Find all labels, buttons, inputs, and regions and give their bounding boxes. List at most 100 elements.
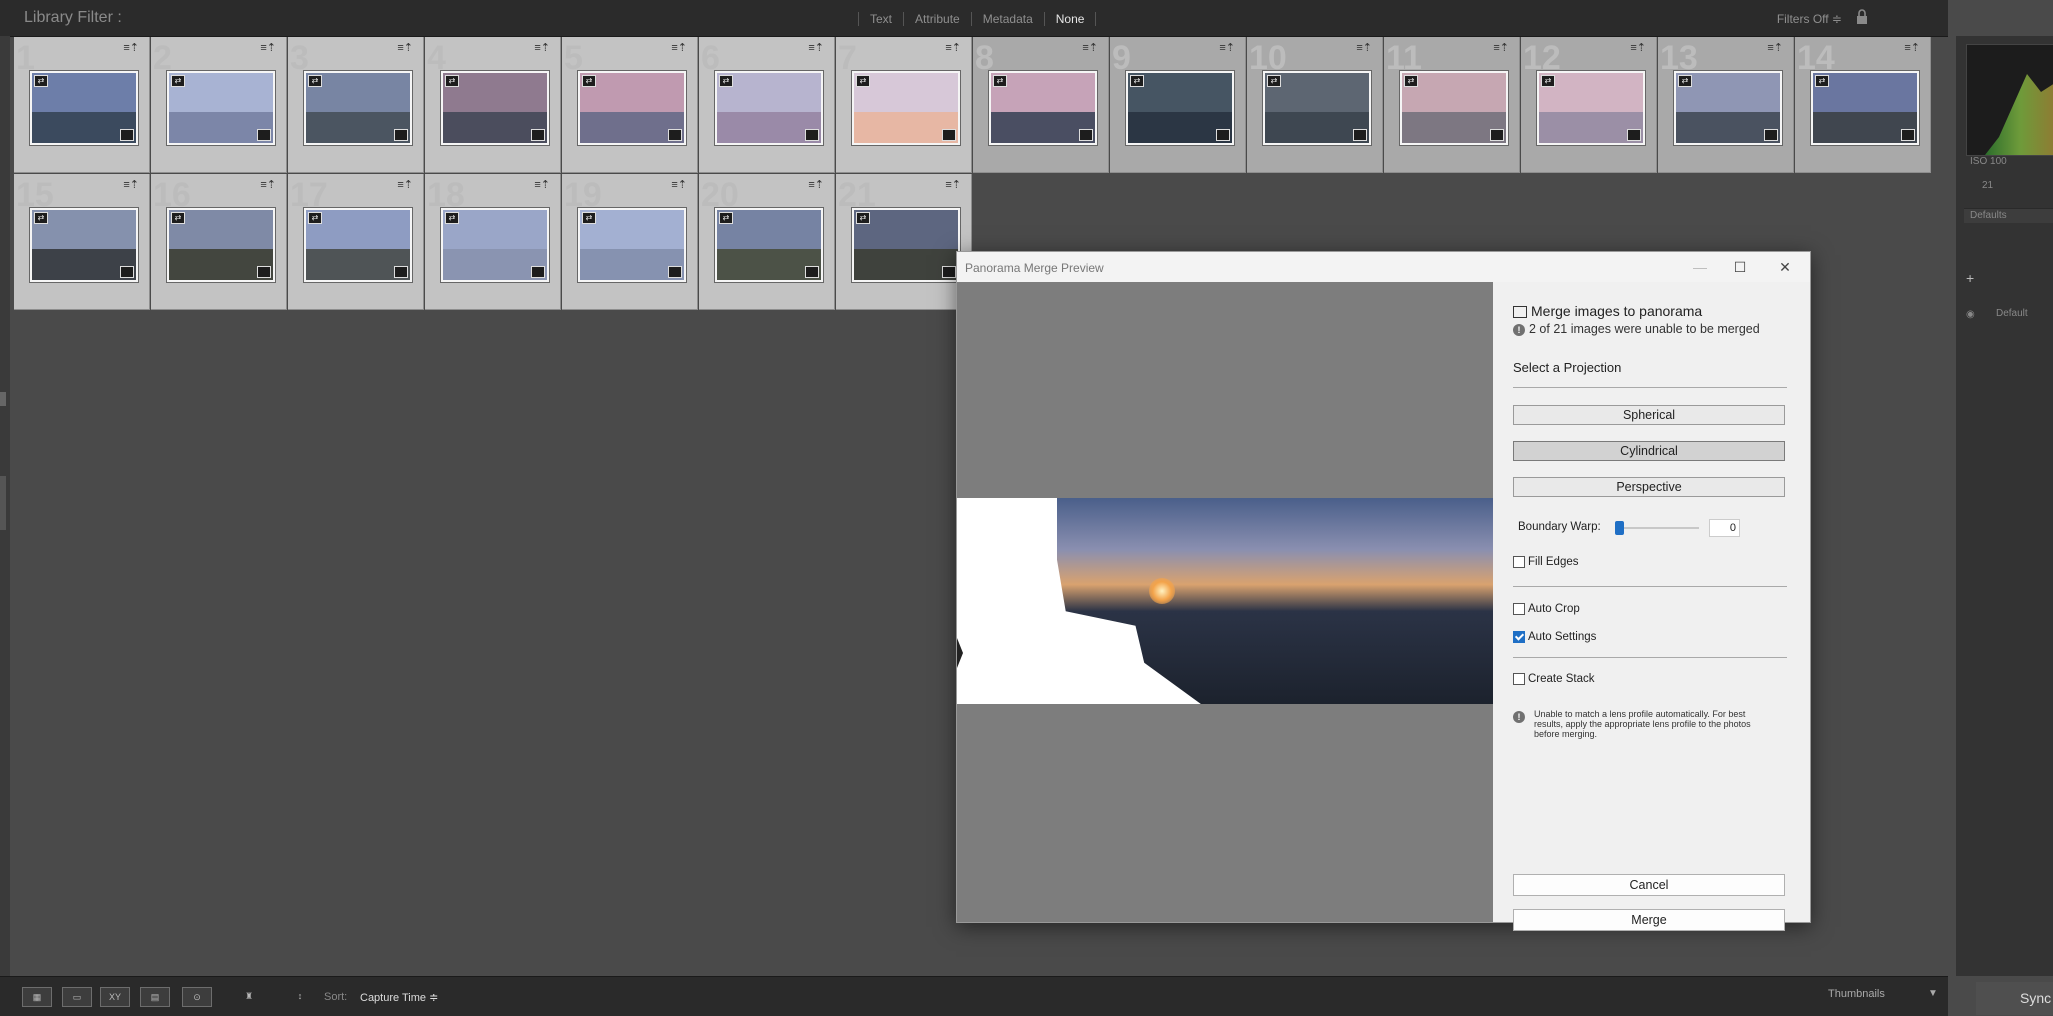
metadata-badge-icon[interactable]: ≡⇡ bbox=[123, 178, 139, 191]
boundary-warp-slider[interactable] bbox=[1615, 521, 1699, 535]
photo-thumbnail[interactable]: ⇄ bbox=[167, 208, 275, 282]
photo-thumbnail[interactable]: ⇄ bbox=[30, 208, 138, 282]
metadata-badge-icon[interactable]: ≡⇡ bbox=[123, 41, 139, 54]
photo-thumbnail[interactable]: ⇄ bbox=[1400, 71, 1508, 145]
thumbnails-size-label[interactable]: Thumbnails bbox=[1828, 988, 1885, 1000]
auto-settings-box[interactable] bbox=[1513, 631, 1525, 643]
comment-icon[interactable] bbox=[805, 266, 819, 278]
photo-thumbnail[interactable]: ⇄ bbox=[304, 208, 412, 282]
left-panel-handle-2[interactable] bbox=[0, 476, 6, 530]
metadata-badge-icon[interactable]: ≡⇡ bbox=[1630, 41, 1646, 54]
metadata-badge-icon[interactable]: ≡⇡ bbox=[945, 178, 961, 191]
comment-icon[interactable] bbox=[805, 129, 819, 141]
close-icon[interactable]: ✕ bbox=[1773, 257, 1797, 277]
thumbnail-cell[interactable]: 19 ≡⇡ ⇄ bbox=[562, 174, 698, 310]
thumbnail-cell[interactable]: 11 ≡⇡ ⇄ bbox=[1384, 37, 1520, 173]
sort-dropdown[interactable]: Capture Time ≑ bbox=[360, 991, 438, 1004]
metadata-badge-icon[interactable]: ≡⇡ bbox=[534, 178, 550, 191]
metadata-badge-icon[interactable]: ≡⇡ bbox=[808, 41, 824, 54]
comment-icon[interactable] bbox=[1901, 129, 1915, 141]
thumbnail-cell[interactable]: 3 ≡⇡ ⇄ bbox=[288, 37, 424, 173]
edited-icon[interactable]: ⇄ bbox=[1267, 75, 1281, 87]
filter-tab-none[interactable]: None bbox=[1043, 12, 1097, 26]
thumbnail-cell[interactable]: 9 ≡⇡ ⇄ bbox=[1110, 37, 1246, 173]
metadata-badge-icon[interactable]: ≡⇡ bbox=[260, 178, 276, 191]
thumbnail-cell[interactable]: 8 ≡⇡ ⇄ bbox=[973, 37, 1109, 173]
comment-icon[interactable] bbox=[257, 129, 271, 141]
left-panel-handle[interactable] bbox=[0, 392, 6, 406]
comment-icon[interactable] bbox=[942, 129, 956, 141]
perspective-button[interactable]: Perspective bbox=[1513, 477, 1785, 497]
thumbnail-cell[interactable]: 15 ≡⇡ ⇄ bbox=[14, 174, 150, 310]
thumbnail-cell[interactable]: 10 ≡⇡ ⇄ bbox=[1247, 37, 1383, 173]
edited-icon[interactable]: ⇄ bbox=[1678, 75, 1692, 87]
comment-icon[interactable] bbox=[394, 129, 408, 141]
filter-tab-metadata[interactable]: Metadata bbox=[970, 12, 1044, 26]
default-preset-label[interactable]: Default bbox=[1996, 308, 2028, 319]
people-view-icon[interactable]: ⊙ bbox=[182, 987, 212, 1007]
minimize-icon[interactable]: — bbox=[1688, 257, 1712, 277]
edited-icon[interactable]: ⇄ bbox=[993, 75, 1007, 87]
edited-icon[interactable]: ⇄ bbox=[856, 75, 870, 87]
thumbnail-cell[interactable]: 20 ≡⇡ ⇄ bbox=[699, 174, 835, 310]
boundary-warp-slider-knob[interactable] bbox=[1615, 521, 1624, 535]
photo-thumbnail[interactable]: ⇄ bbox=[1537, 71, 1645, 145]
metadata-badge-icon[interactable]: ≡⇡ bbox=[1767, 41, 1783, 54]
edited-icon[interactable]: ⇄ bbox=[308, 75, 322, 87]
metadata-badge-icon[interactable]: ≡⇡ bbox=[1082, 41, 1098, 54]
comment-icon[interactable] bbox=[1627, 129, 1641, 141]
metadata-badge-icon[interactable]: ≡⇡ bbox=[1493, 41, 1509, 54]
thumbnail-cell[interactable]: 17 ≡⇡ ⇄ bbox=[288, 174, 424, 310]
edited-icon[interactable]: ⇄ bbox=[856, 212, 870, 224]
edited-icon[interactable]: ⇄ bbox=[719, 212, 733, 224]
boundary-warp-value[interactable]: 0 bbox=[1709, 519, 1740, 537]
fill-edges-checkbox[interactable]: Fill Edges bbox=[1513, 556, 1579, 568]
auto-crop-checkbox[interactable]: Auto Crop bbox=[1513, 603, 1580, 615]
survey-view-icon[interactable]: ▤ bbox=[140, 987, 170, 1007]
metadata-badge-icon[interactable]: ≡⇡ bbox=[260, 41, 276, 54]
sync-button[interactable]: Sync bbox=[1976, 982, 2053, 1015]
edited-icon[interactable]: ⇄ bbox=[1815, 75, 1829, 87]
comment-icon[interactable] bbox=[120, 266, 134, 278]
metadata-badge-icon[interactable]: ≡⇡ bbox=[397, 41, 413, 54]
edited-icon[interactable]: ⇄ bbox=[1404, 75, 1418, 87]
comment-icon[interactable] bbox=[1353, 129, 1367, 141]
edited-icon[interactable]: ⇄ bbox=[1541, 75, 1555, 87]
toolbar-menu-chevron-icon[interactable]: ▼ bbox=[1928, 988, 1938, 999]
photo-thumbnail[interactable]: ⇄ bbox=[30, 71, 138, 145]
defaults-row[interactable]: Defaults bbox=[1964, 208, 2053, 223]
comment-icon[interactable] bbox=[1490, 129, 1504, 141]
thumbnail-cell[interactable]: 7 ≡⇡ ⇄ bbox=[836, 37, 972, 173]
photo-thumbnail[interactable]: ⇄ bbox=[167, 71, 275, 145]
photo-thumbnail[interactable]: ⇄ bbox=[304, 71, 412, 145]
edited-icon[interactable]: ⇄ bbox=[34, 212, 48, 224]
thumbnail-cell[interactable]: 18 ≡⇡ ⇄ bbox=[425, 174, 561, 310]
edited-icon[interactable]: ⇄ bbox=[171, 75, 185, 87]
eye-icon[interactable]: ◉ bbox=[1966, 309, 1975, 320]
metadata-badge-icon[interactable]: ≡⇡ bbox=[671, 178, 687, 191]
maximize-icon[interactable]: ☐ bbox=[1728, 257, 1752, 277]
metadata-badge-icon[interactable]: ≡⇡ bbox=[397, 178, 413, 191]
comment-icon[interactable] bbox=[942, 266, 956, 278]
photo-thumbnail[interactable]: ⇄ bbox=[989, 71, 1097, 145]
auto-crop-box[interactable] bbox=[1513, 603, 1525, 615]
photo-thumbnail[interactable]: ⇄ bbox=[852, 208, 960, 282]
thumbnail-cell[interactable]: 1 ≡⇡ ⇄ bbox=[14, 37, 150, 173]
merge-button[interactable]: Merge bbox=[1513, 909, 1785, 931]
comment-icon[interactable] bbox=[1216, 129, 1230, 141]
spherical-button[interactable]: Spherical bbox=[1513, 405, 1785, 425]
fill-edges-box[interactable] bbox=[1513, 556, 1525, 568]
comment-icon[interactable] bbox=[531, 129, 545, 141]
thumbnail-cell[interactable]: 5 ≡⇡ ⇄ bbox=[562, 37, 698, 173]
create-stack-box[interactable] bbox=[1513, 673, 1525, 685]
metadata-badge-icon[interactable]: ≡⇡ bbox=[1904, 41, 1920, 54]
comment-icon[interactable] bbox=[531, 266, 545, 278]
photo-thumbnail[interactable]: ⇄ bbox=[441, 71, 549, 145]
metadata-badge-icon[interactable]: ≡⇡ bbox=[534, 41, 550, 54]
photo-thumbnail[interactable]: ⇄ bbox=[852, 71, 960, 145]
add-preset-icon[interactable]: + bbox=[1966, 270, 1974, 286]
photo-thumbnail[interactable]: ⇄ bbox=[1263, 71, 1371, 145]
comment-icon[interactable] bbox=[1079, 129, 1093, 141]
edited-icon[interactable]: ⇄ bbox=[308, 212, 322, 224]
edited-icon[interactable]: ⇄ bbox=[445, 212, 459, 224]
